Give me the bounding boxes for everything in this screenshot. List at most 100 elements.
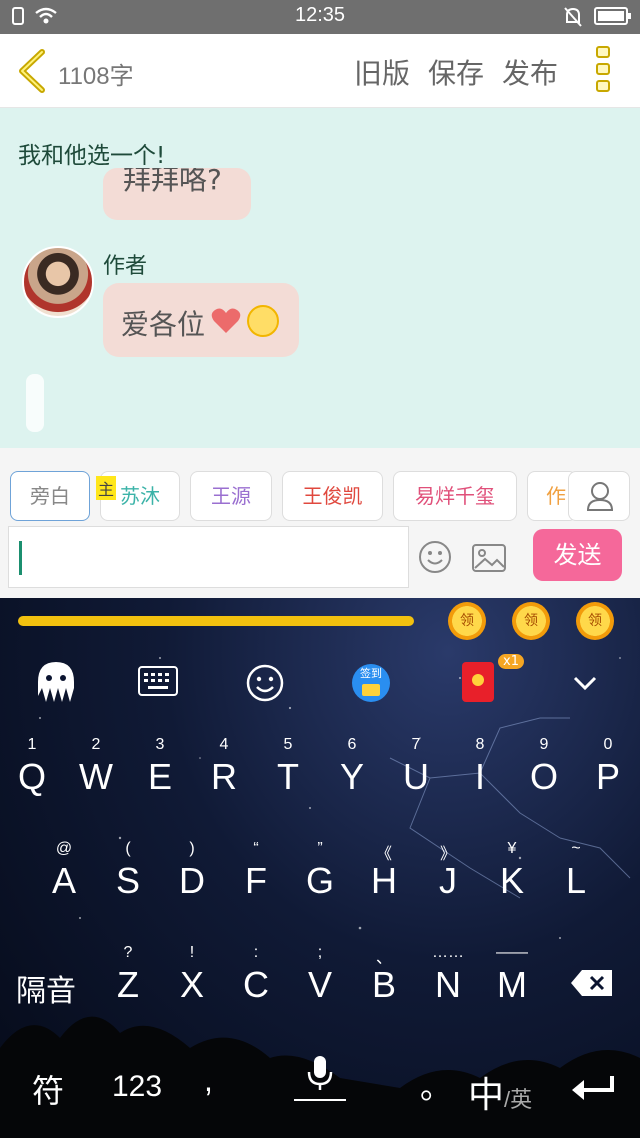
key-secondary-label: 3 bbox=[155, 736, 165, 753]
author-avatar[interactable] bbox=[22, 246, 94, 318]
status-time: 12:35 bbox=[294, 4, 346, 26]
key-z[interactable]: ? Z bbox=[100, 944, 156, 1006]
key-letter-label: X bbox=[179, 964, 204, 1005]
key-letter-label: V bbox=[307, 964, 332, 1005]
key-secondary-label: @ bbox=[55, 840, 73, 857]
key-y[interactable]: 6Y bbox=[324, 736, 380, 798]
language-switch-key[interactable]: 中/英 bbox=[468, 1066, 532, 1118]
role-chip-label: 苏沐 bbox=[120, 484, 160, 508]
emoji-icon[interactable] bbox=[418, 540, 452, 574]
reward-progress-bar bbox=[18, 616, 414, 626]
backspace-icon[interactable] bbox=[570, 968, 614, 998]
save-button[interactable]: 保存 bbox=[428, 52, 484, 92]
lang-main-label: 中 bbox=[468, 1074, 505, 1115]
key-o[interactable]: 9O bbox=[516, 736, 572, 798]
symbols-key[interactable]: 符 bbox=[32, 1066, 64, 1112]
key-letter-label: Z bbox=[117, 964, 139, 1005]
send-button[interactable]: 发送 bbox=[533, 529, 622, 581]
key-s[interactable]: (S bbox=[100, 840, 156, 902]
message-input[interactable] bbox=[8, 526, 409, 588]
key-h[interactable]: 《 H bbox=[356, 840, 412, 902]
key-letter-label: W bbox=[79, 756, 113, 797]
key-b[interactable]: 、 B bbox=[356, 944, 412, 1006]
emoji-keyboard-icon[interactable] bbox=[246, 664, 284, 702]
message-bubble[interactable]: 爱各位 bbox=[103, 283, 299, 357]
key-n[interactable]: …… N bbox=[420, 944, 476, 1006]
red-packet-icon[interactable] bbox=[462, 662, 494, 702]
key-c[interactable]: :C bbox=[228, 944, 284, 1006]
key-secondary-label: —— bbox=[496, 944, 528, 961]
separator-key[interactable]: 隔音 bbox=[16, 966, 76, 1010]
more-menu-icon[interactable] bbox=[596, 46, 612, 98]
coin-reward-3[interactable]: 领 bbox=[576, 602, 614, 640]
keyboard-icon[interactable] bbox=[138, 666, 178, 696]
space-key[interactable] bbox=[292, 1054, 348, 1104]
key-letter-label: K bbox=[499, 860, 524, 901]
octopus-logo-icon[interactable] bbox=[30, 658, 82, 708]
key-secondary-label: 5 bbox=[283, 736, 293, 753]
period-key[interactable]: 。 bbox=[420, 1062, 452, 1108]
key-letter-label: U bbox=[403, 756, 429, 797]
heart-emoji-icon bbox=[211, 308, 241, 333]
key-secondary-label: ! bbox=[189, 944, 195, 961]
back-chevron-icon[interactable] bbox=[14, 48, 50, 94]
key-e[interactable]: 3E bbox=[132, 736, 188, 798]
coin-reward-1[interactable]: 领 bbox=[448, 602, 486, 640]
key-f[interactable]: “F bbox=[228, 840, 284, 902]
coin-reward-2[interactable]: 领 bbox=[512, 602, 550, 640]
role-chip-wangjunkai[interactable]: 王俊凯 bbox=[282, 471, 383, 521]
key-secondary-label: 《 bbox=[375, 846, 392, 863]
key-l[interactable]: ~ L bbox=[548, 840, 604, 902]
collapse-chevron-icon[interactable] bbox=[572, 674, 598, 692]
role-chip-label: 旁白 bbox=[30, 484, 70, 508]
old-version-button[interactable]: 旧版 bbox=[354, 52, 410, 92]
key-secondary-label: 1 bbox=[27, 736, 37, 753]
key-m[interactable]: —— M bbox=[484, 944, 540, 1006]
key-u[interactable]: 7U bbox=[388, 736, 444, 798]
key-letter-label: Q bbox=[17, 756, 46, 797]
message-text: 爱各位 bbox=[121, 308, 206, 341]
battery-icon bbox=[594, 7, 631, 25]
key-letter-label: R bbox=[211, 756, 237, 797]
upside-down-smile-emoji-icon bbox=[247, 305, 279, 337]
user-icon bbox=[586, 482, 614, 511]
role-chip-narrator[interactable]: 旁白 bbox=[10, 471, 90, 521]
add-role-button[interactable] bbox=[568, 471, 630, 521]
key-q[interactable]: 1Q bbox=[4, 736, 60, 798]
key-v[interactable]: ; V bbox=[292, 944, 348, 1006]
role-chip-wangyuan[interactable]: 王源 bbox=[190, 471, 272, 521]
image-icon[interactable] bbox=[472, 544, 506, 572]
key-k[interactable]: ¥ K bbox=[484, 840, 540, 902]
role-chip-yiyangqianxi[interactable]: 易烊千玺 bbox=[393, 471, 517, 521]
word-count: 1108字 bbox=[58, 63, 134, 90]
key-letter-label: E bbox=[147, 756, 172, 797]
key-x[interactable]: ! X bbox=[164, 944, 220, 1006]
publish-button[interactable]: 发布 bbox=[502, 52, 558, 92]
previous-message-text: 拜拜咯? bbox=[123, 168, 222, 196]
key-g[interactable]: ” G bbox=[292, 840, 348, 902]
key-r[interactable]: 4R bbox=[196, 736, 252, 798]
key-letter-label: H bbox=[371, 860, 397, 901]
key-d[interactable]: ) D bbox=[164, 840, 220, 902]
key-secondary-label: 、 bbox=[375, 950, 392, 967]
comma-key[interactable]: , bbox=[204, 1062, 213, 1099]
key-secondary-label: ~ bbox=[571, 840, 581, 857]
key-a[interactable]: @ A bbox=[36, 840, 92, 902]
scroll-handle[interactable] bbox=[26, 374, 44, 432]
key-p[interactable]: 0P bbox=[580, 736, 636, 798]
red-packet-count-badge: x1 bbox=[498, 654, 524, 669]
key-i[interactable]: 8I bbox=[452, 736, 508, 798]
key-secondary-label: ) bbox=[189, 840, 195, 857]
key-t[interactable]: 5T bbox=[260, 736, 316, 798]
author-label: 作者 bbox=[103, 254, 148, 279]
key-j[interactable]: 》 J bbox=[420, 840, 476, 902]
signin-calendar-icon[interactable]: 签到 bbox=[352, 664, 390, 702]
enter-icon[interactable] bbox=[570, 1074, 616, 1102]
key-secondary-label: ; bbox=[317, 944, 323, 961]
role-selector-bar: 旁白 苏沐 主 王源 王俊凯 易烊千玺 作 发送 bbox=[0, 448, 640, 598]
chat-area[interactable]: 我和他选一个! 拜拜咯? 作者 爱各位 bbox=[0, 108, 640, 448]
numbers-key[interactable]: 123 bbox=[112, 1070, 162, 1104]
key-w[interactable]: 2W bbox=[68, 736, 124, 798]
previous-message-bubble[interactable]: 拜拜咯? bbox=[103, 168, 251, 220]
key-letter-label: T bbox=[277, 756, 299, 797]
